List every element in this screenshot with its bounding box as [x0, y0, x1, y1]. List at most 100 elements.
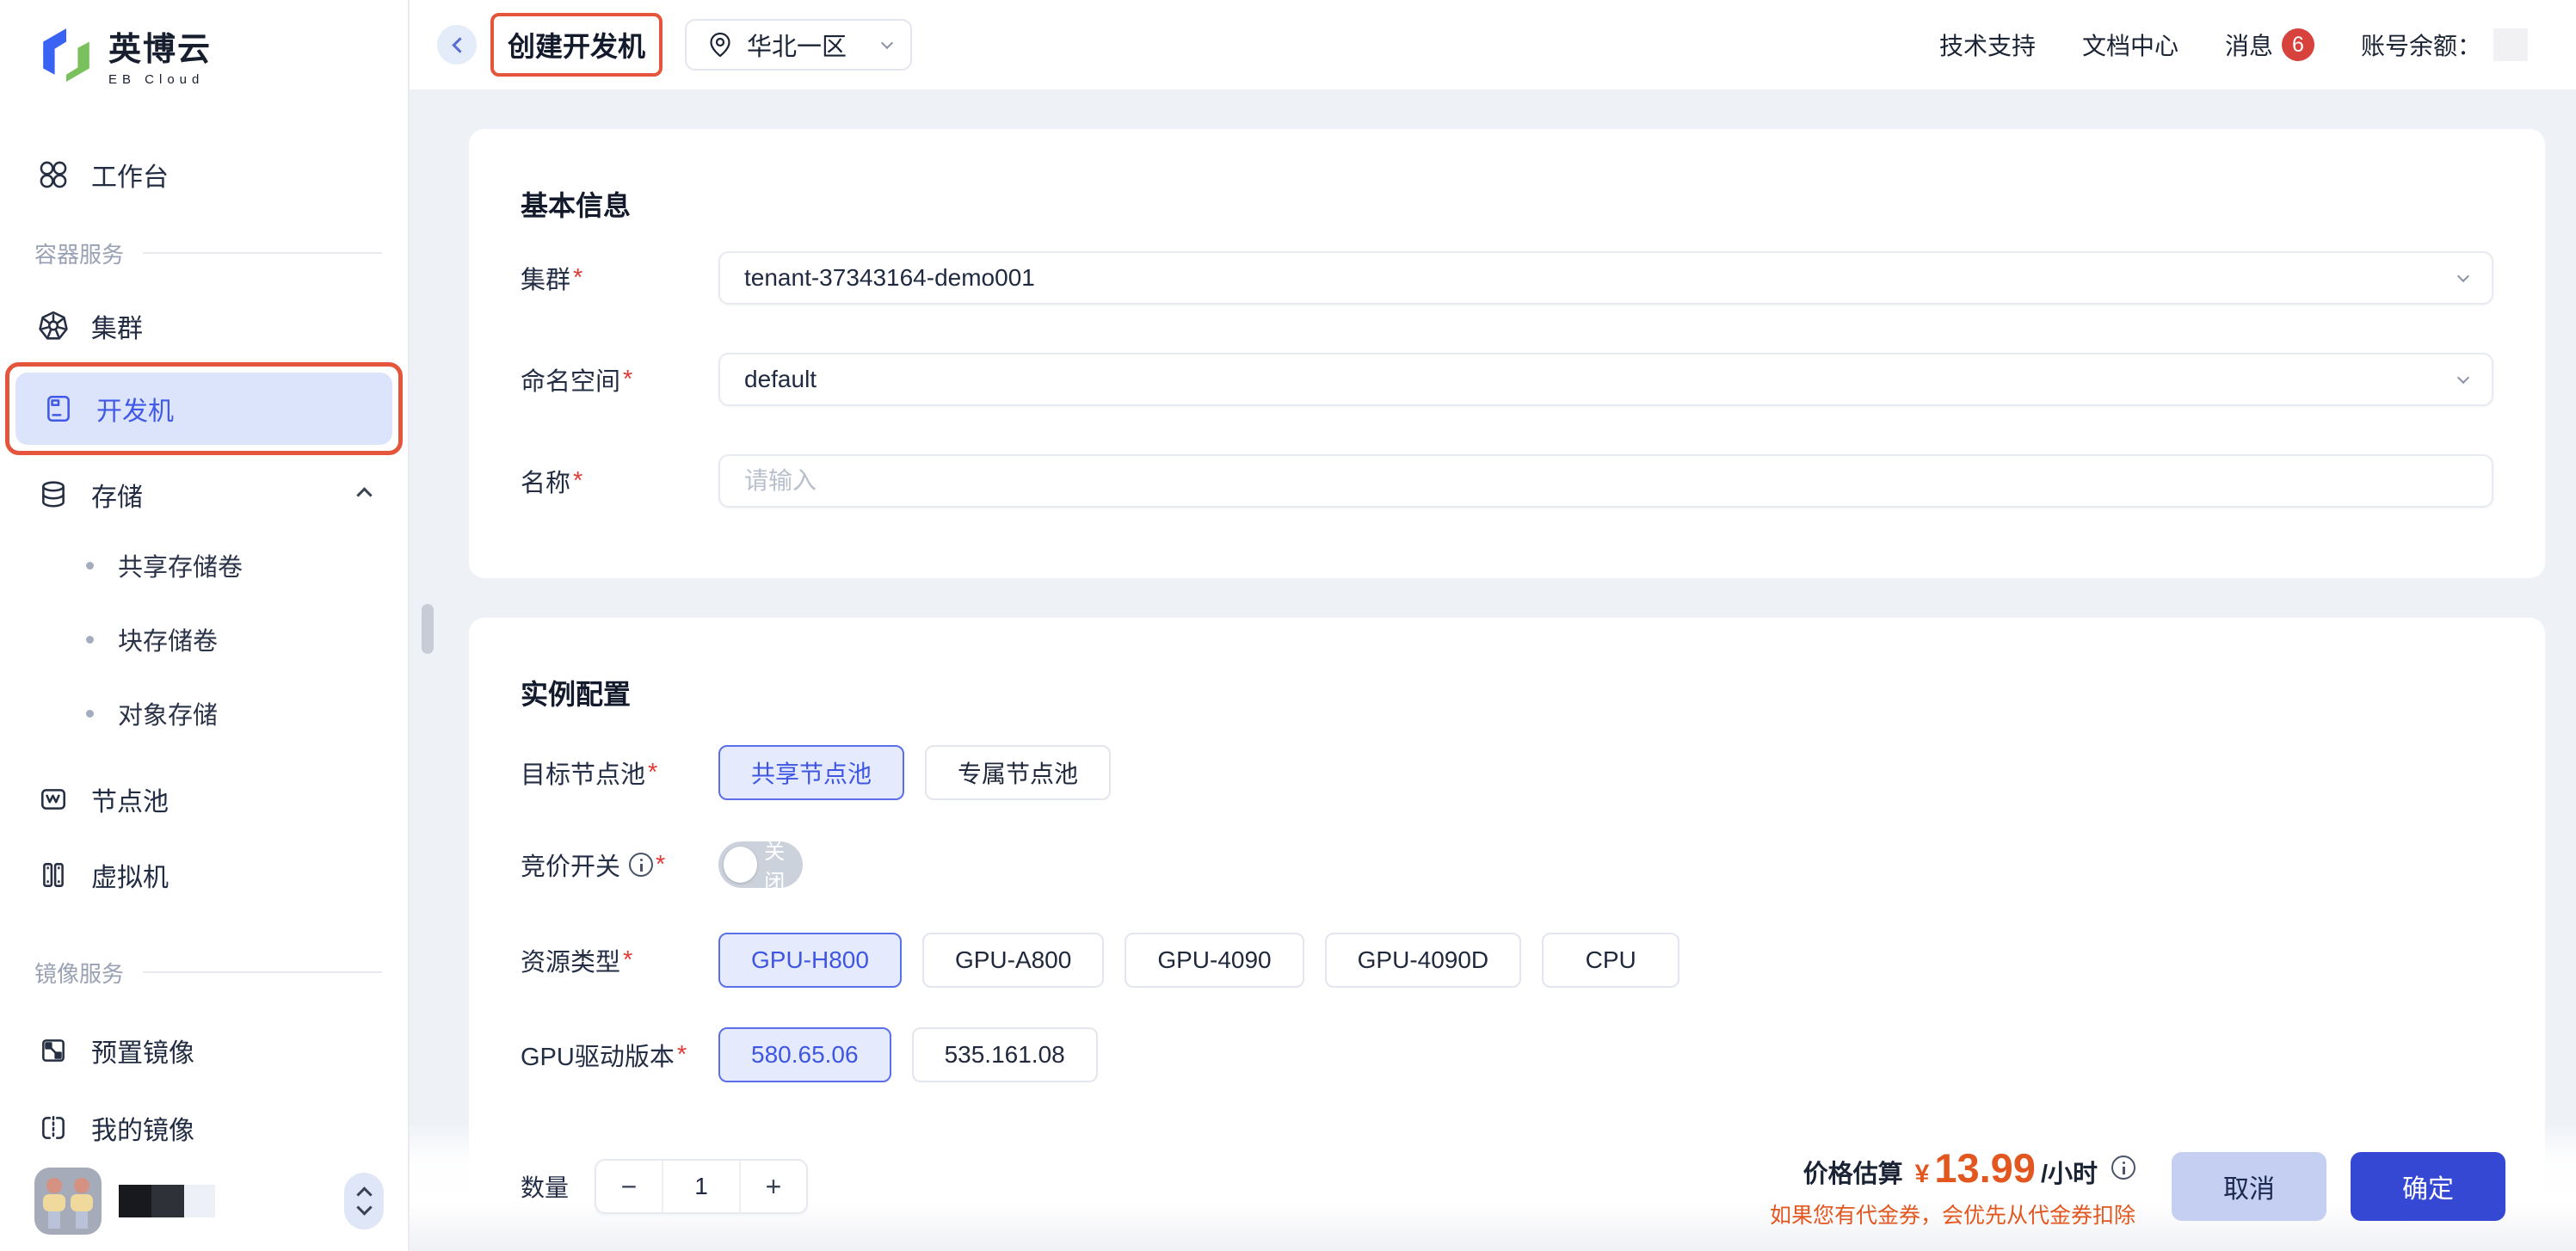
resource-option-gpu-4090[interactable]: GPU-4090 — [1125, 933, 1303, 988]
confirm-button[interactable]: 确定 — [2351, 1152, 2505, 1221]
namespace-select[interactable]: default — [718, 353, 2493, 406]
region-label: 华北一区 — [747, 27, 847, 63]
virtual-machine-icon — [38, 860, 69, 890]
spot-switch-row: 竞价开关 * 关闭 — [521, 841, 2493, 888]
driver-version-label: GPU驱动版本* — [521, 1037, 718, 1073]
chevron-up-icon — [356, 487, 372, 502]
annotation-box-title: 创建开发机 — [490, 13, 662, 77]
chevron-down-icon — [2457, 270, 2469, 282]
resource-option-gpu-h800[interactable]: GPU-H800 — [718, 933, 902, 988]
quantity-increase-button[interactable]: + — [741, 1161, 806, 1212]
driver-option-535[interactable]: 535.161.08 — [912, 1027, 1098, 1082]
header-nav: 技术支持 文档中心 消息 6 账号余额： — [1939, 28, 2528, 62]
sidebar-item-cluster[interactable]: 集群 — [0, 299, 408, 354]
bullet-icon — [86, 636, 94, 644]
docs-link[interactable]: 文档中心 — [2082, 28, 2179, 62]
chevron-down-icon — [356, 1199, 372, 1215]
required-mark: * — [656, 851, 665, 879]
sidebar-item-label: 节点池 — [91, 780, 169, 818]
account-switcher-button[interactable] — [344, 1173, 384, 1229]
dev-machine-icon — [43, 393, 74, 424]
required-mark: * — [648, 759, 657, 787]
avatar[interactable] — [34, 1168, 102, 1235]
cancel-button[interactable]: 取消 — [2172, 1152, 2326, 1221]
sidebar-item-label: 我的镜像 — [91, 1109, 194, 1147]
sidebar-item-virtual-machine[interactable]: 虚拟机 — [0, 847, 408, 903]
sidebar: 英博云 EB Cloud 工作台 容器服务 集群 — [0, 0, 410, 1251]
quantity-label: 数量 — [521, 1169, 569, 1204]
chevron-left-icon — [452, 37, 467, 52]
balance-item: 账号余额： — [2361, 28, 2528, 62]
sidebar-item-object-storage[interactable]: 对象存储 — [0, 689, 408, 737]
cluster-value: tenant-37343164-demo001 — [744, 264, 1035, 292]
my-image-icon — [38, 1112, 69, 1143]
sidebar-item-storage[interactable]: 存储 — [0, 467, 408, 522]
workbench-icon — [38, 159, 69, 190]
region-selector[interactable]: 华北一区 — [685, 19, 912, 71]
brand-name: 英博云 — [108, 22, 212, 70]
quantity-value: 1 — [662, 1161, 741, 1212]
sidebar-item-node-pool[interactable]: 节点池 — [0, 772, 408, 827]
quantity-group: 数量 − 1 + — [521, 1159, 808, 1214]
avatar-figure — [69, 1178, 95, 1235]
toggle-state-label: 关闭 — [764, 835, 803, 895]
section-label: 容器服务 — [34, 237, 124, 269]
resource-option-gpu-a800[interactable]: GPU-A800 — [922, 933, 1104, 988]
toggle-knob — [724, 847, 757, 883]
namespace-row: 命名空间* default — [521, 353, 2493, 406]
required-mark: * — [573, 467, 582, 496]
basic-info-card: 基本信息 集群* tenant-37343164-demo001 命名空间* — [469, 129, 2545, 578]
voucher-note: 如果您有代金券，会优先从代金券扣除 — [1770, 1199, 2135, 1229]
cluster-row: 集群* tenant-37343164-demo001 — [521, 251, 2493, 305]
quantity-decrease-button[interactable]: − — [596, 1161, 662, 1212]
database-icon — [38, 479, 69, 510]
annotation-box-dev-machine: 开发机 — [5, 362, 403, 455]
bullet-icon — [86, 562, 94, 570]
name-row: 名称* — [521, 454, 2493, 508]
info-icon[interactable] — [629, 853, 653, 877]
back-button[interactable] — [437, 25, 477, 65]
namespace-value: default — [744, 366, 817, 393]
sidebar-item-shared-volume[interactable]: 共享存储卷 — [0, 541, 408, 589]
sidebar-section-image-services: 镜像服务 — [34, 959, 408, 985]
location-pin-icon — [706, 30, 735, 59]
main-content: 基本信息 集群* tenant-37343164-demo001 命名空间* — [410, 91, 2576, 1251]
kubernetes-icon — [38, 311, 69, 342]
resource-type-label: 资源类型* — [521, 942, 718, 978]
name-input[interactable] — [718, 454, 2493, 508]
resource-option-gpu-4090d[interactable]: GPU-4090D — [1325, 933, 1522, 988]
sidebar-item-workbench[interactable]: 工作台 — [0, 147, 408, 202]
sidebar-item-my-image[interactable]: 我的镜像 — [0, 1100, 408, 1155]
support-link[interactable]: 技术支持 — [1939, 28, 2036, 62]
price-info-icon[interactable] — [2111, 1155, 2135, 1180]
driver-option-580[interactable]: 580.65.06 — [718, 1027, 891, 1082]
card-title: 基本信息 — [521, 184, 2493, 217]
message-count-badge: 6 — [2282, 28, 2314, 61]
messages-link[interactable]: 消息 6 — [2225, 28, 2314, 62]
required-mark: * — [623, 366, 632, 394]
pool-option-shared[interactable]: 共享节点池 — [718, 745, 904, 800]
brand-logo-icon — [38, 27, 95, 83]
resource-option-cpu[interactable]: CPU — [1542, 933, 1679, 988]
cluster-select[interactable]: tenant-37343164-demo001 — [718, 251, 2493, 305]
brand-subtitle: EB Cloud — [108, 72, 212, 87]
pool-option-dedicated[interactable]: 专属节点池 — [925, 745, 1111, 800]
currency-symbol: ¥ — [1915, 1160, 1930, 1189]
bullet-icon — [86, 710, 94, 718]
sidebar-item-preset-image[interactable]: 预置镜像 — [0, 1023, 408, 1078]
scrollbar-thumb[interactable] — [422, 604, 434, 654]
balance-label: 账号余额： — [2361, 28, 2481, 62]
card-title: 实例配置 — [521, 673, 2493, 706]
target-pool-row: 目标节点池* 共享节点池 专属节点池 — [521, 745, 2493, 800]
section-label: 镜像服务 — [34, 957, 124, 989]
sidebar-item-dev-machine[interactable]: 开发机 — [15, 373, 392, 445]
price-value: 13.99 — [1934, 1144, 2036, 1192]
required-mark: * — [623, 946, 632, 975]
header: 创建开发机 华北一区 技术支持 文档中心 消息 6 账号余额： — [410, 0, 2576, 91]
cluster-label: 集群* — [521, 260, 718, 296]
section-divider — [143, 971, 382, 973]
sidebar-item-block-volume[interactable]: 块存储卷 — [0, 615, 408, 663]
spot-toggle[interactable]: 关闭 — [718, 841, 803, 888]
chevron-down-icon — [881, 37, 893, 49]
sidebar-item-label: 对象存储 — [118, 695, 218, 731]
